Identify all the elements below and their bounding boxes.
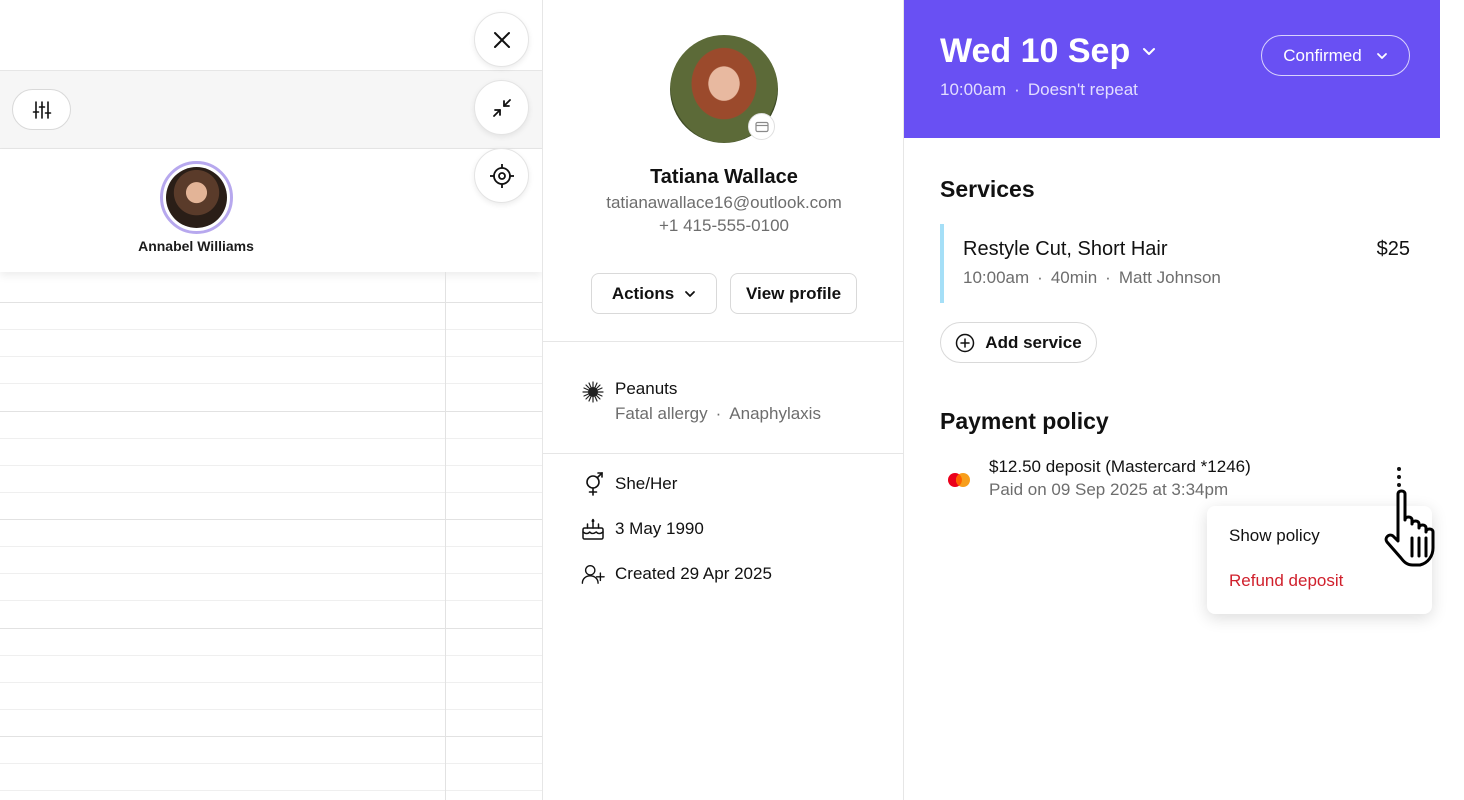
actions-button[interactable]: Actions (591, 273, 717, 314)
collapse-icon (492, 98, 511, 117)
staff-avatar[interactable] (160, 161, 233, 234)
column-divider (445, 272, 446, 800)
close-icon (493, 31, 510, 48)
allergy-severity: Fatal allergy (615, 404, 708, 423)
service-time: 10:00am (963, 268, 1030, 287)
deposit-paid-date: Paid on 09 Sep 2025 at 3:34pm (989, 480, 1229, 499)
allergy-icon (582, 381, 604, 403)
service-duration: 40min (1050, 268, 1098, 287)
status-label: Confirmed (1283, 45, 1362, 65)
birthday-row: 3 May 1990 (581, 517, 704, 541)
add-service-label: Add service (985, 332, 1082, 352)
divider (543, 453, 905, 454)
client-panel: Tatiana Wallace tatianawallace16@outlook… (542, 0, 905, 800)
client-phone: +1 415-555-0100 (659, 216, 789, 235)
close-button[interactable] (474, 12, 529, 67)
allergy-details: Fatal allergy · Anaphylaxis (615, 404, 821, 423)
staff-name: Annabel Williams (138, 238, 254, 254)
client-email: tatianawallace16@outlook.com (606, 193, 842, 212)
allergy-reaction: Anaphylaxis (729, 404, 821, 423)
more-vertical-icon (1397, 467, 1401, 471)
calendar-top-bar (0, 0, 542, 71)
actions-label: Actions (611, 283, 675, 303)
filter-icon (32, 100, 51, 119)
services-title: Services (940, 176, 1035, 202)
add-service-button[interactable]: Add service (940, 322, 1097, 363)
service-name: Restyle Cut, Short Hair (963, 238, 1168, 260)
payment-policy-title: Payment policy (940, 408, 1109, 434)
birthday: 3 May 1990 (615, 519, 704, 538)
status-dropdown[interactable]: Confirmed (1261, 35, 1410, 76)
service-price: $25 (1376, 238, 1410, 260)
locate-icon (489, 163, 514, 188)
deposit-info: $12.50 deposit (Mastercard *1246) (989, 457, 1251, 476)
created-date: Created 29 Apr 2025 (615, 564, 772, 583)
appointment-header: Wed 10 Sep 10:00am · Doesn't repeat Confir… (904, 0, 1440, 138)
menu-item-show-policy[interactable]: Show policy (1229, 526, 1320, 546)
created-row: Created 29 Apr 2025 (581, 562, 772, 586)
allergy-title: Peanuts (615, 379, 678, 398)
appointment-date-picker[interactable]: Wed 10 Sep (940, 32, 1156, 71)
client-name: Tatiana Wallace (650, 166, 798, 188)
appointment-repeat: Doesn't repeat (1027, 80, 1138, 99)
chevron-down-icon (685, 290, 696, 297)
cake-icon (582, 518, 604, 540)
chevron-down-icon (1143, 48, 1156, 55)
calendar-grid[interactable] (0, 272, 542, 800)
filter-button[interactable] (12, 89, 71, 130)
add-circle-icon (956, 333, 975, 352)
service-item[interactable]: Restyle Cut, Short Hair $25 10:00am · 40mi… (940, 224, 1410, 303)
card-icon (754, 121, 769, 132)
mastercard-icon (948, 473, 970, 487)
appointment-time: 10:00am (940, 80, 1007, 99)
service-staff: Matt Johnson (1118, 268, 1221, 287)
user-add-icon (581, 565, 605, 584)
view-profile-button[interactable]: View profile (730, 273, 857, 314)
locate-button[interactable] (474, 148, 529, 203)
pronouns-row: She/Her (581, 472, 677, 496)
hand-pointer-icon (1384, 489, 1435, 567)
divider (543, 341, 905, 342)
appointment-time-repeat: 10:00am · Doesn't repeat (940, 80, 1138, 99)
app-window: Annabel Williams Tatiana Wallace tatiana… (0, 0, 1464, 800)
gender-icon (586, 472, 603, 496)
view-profile-label: View profile (745, 283, 842, 303)
service-meta: 10:00am · 40min · Matt Johnson (963, 268, 1221, 287)
appointment-panel: Wed 10 Sep 10:00am · Doesn't repeat Confir… (904, 0, 1440, 800)
pronouns: She/Her (615, 474, 678, 493)
avatar-badge (748, 113, 775, 140)
calendar-view: Annabel Williams (0, 0, 542, 800)
appointment-date: Wed 10 Sep (940, 32, 1131, 70)
calendar-toolbar (0, 71, 542, 149)
chevron-down-icon (1376, 52, 1387, 59)
collapse-button[interactable] (474, 80, 529, 135)
menu-item-refund-deposit[interactable]: Refund deposit (1229, 571, 1343, 591)
